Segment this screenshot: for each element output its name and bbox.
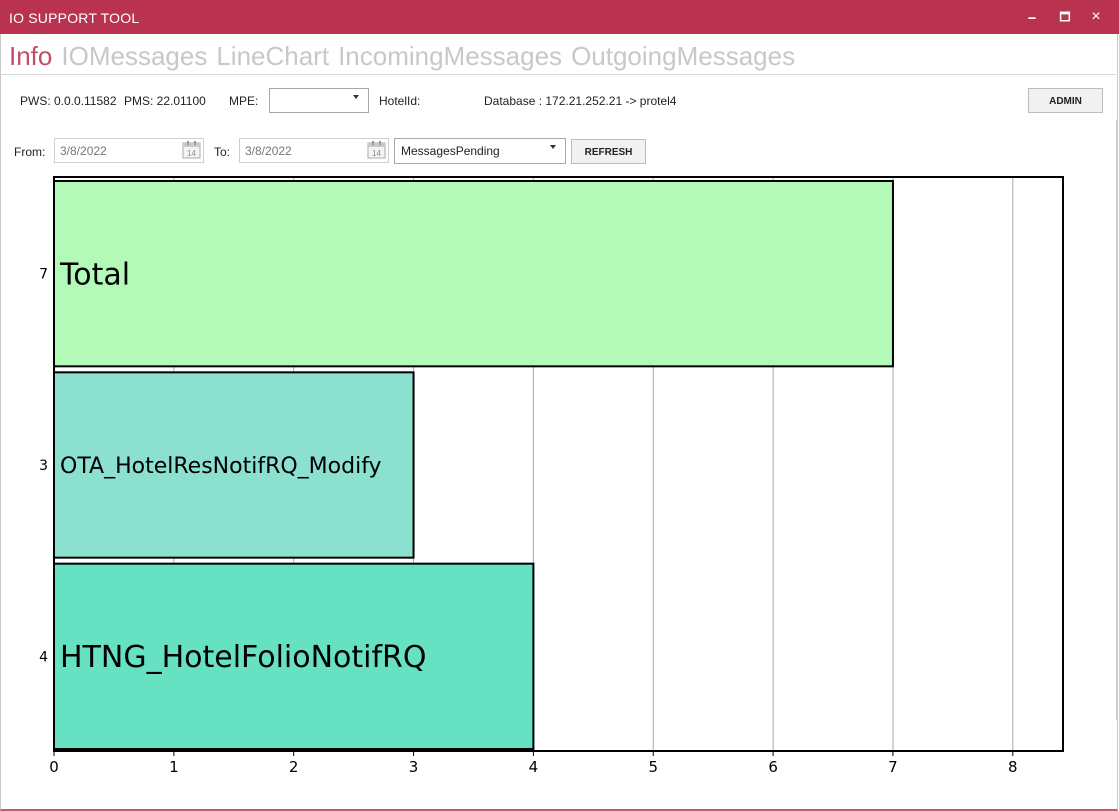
tab-outgoingmessages[interactable]: OutgoingMessages	[571, 41, 795, 72]
admin-button[interactable]: ADMIN	[1028, 88, 1103, 113]
x-tick-label: 4	[529, 758, 539, 776]
x-tick-label: 0	[49, 758, 59, 776]
y-tick-label: 3	[39, 458, 48, 474]
mpe-label: MPE:	[229, 94, 259, 108]
calendar-day: 14	[187, 149, 196, 158]
bar[interactable]	[53, 180, 894, 368]
maximize-icon[interactable]: 🗖	[1051, 6, 1079, 28]
pws-version: PWS: 0.0.0.11582	[20, 94, 117, 108]
tab-info[interactable]: Info	[9, 41, 52, 72]
report-type-value: MessagesPending	[401, 144, 500, 158]
bar-label: Total	[59, 257, 130, 292]
bar-chart: Total 7 OTA_HotelResNotifRQ_Modify 3 HTNG_Ho…	[0, 165, 1090, 785]
report-type-select[interactable]: MessagesPending	[394, 138, 566, 164]
from-label: From:	[14, 145, 46, 159]
mpe-select[interactable]	[269, 88, 369, 113]
tab-linechart[interactable]: LineChart	[216, 41, 329, 72]
tab-divider	[0, 74, 1116, 75]
chevron-down-icon	[353, 95, 359, 99]
bar-label: OTA_HotelResNotifRQ_Modify	[60, 454, 382, 479]
y-tick-label: 7	[39, 267, 48, 283]
window-title: IO SUPPORT TOOL	[9, 10, 140, 26]
to-date-value: 3/8/2022	[245, 144, 292, 158]
calendar-day: 14	[372, 149, 381, 158]
pms-version: PMS: 22.01100	[124, 94, 206, 108]
x-tick-label: 1	[169, 758, 179, 776]
x-tick-label: 3	[409, 758, 419, 776]
x-tick-label: 2	[289, 758, 299, 776]
close-icon[interactable]: ×	[1082, 6, 1110, 28]
from-date-value: 3/8/2022	[60, 144, 107, 158]
to-label: To:	[214, 145, 231, 159]
title-bar: IO SUPPORT TOOL 🗕 🗖 ×	[0, 0, 1119, 34]
chart-svg: Total 7 OTA_HotelResNotifRQ_Modify 3 HTNG_Ho…	[39, 176, 1064, 776]
y-tick-label: 4	[39, 649, 48, 665]
calendar-icon[interactable]: 14	[367, 141, 386, 159]
from-date-picker[interactable]: 3/8/2022 14	[54, 138, 204, 163]
minimize-icon[interactable]: 🗕	[1018, 6, 1046, 28]
chevron-down-icon	[550, 145, 556, 149]
bar-label: HTNG_HotelFolioNotifRQ	[60, 640, 427, 675]
calendar-icon[interactable]: 14	[182, 141, 201, 159]
tab-iomessages[interactable]: IOMessages	[61, 41, 207, 72]
x-tick-label: 6	[768, 758, 778, 776]
tab-bar: Info IOMessages LineChart IncomingMessages O…	[9, 41, 804, 73]
x-tick-label: 8	[1008, 758, 1018, 776]
tab-incomingmessages[interactable]: IncomingMessages	[338, 41, 562, 72]
database-info: Database : 172.21.252.21 -> protel4	[484, 94, 677, 108]
to-date-picker[interactable]: 3/8/2022 14	[239, 138, 389, 163]
x-tick-label: 7	[888, 758, 898, 776]
hotel-id-label: HotelId:	[379, 94, 421, 108]
x-tick-label: 5	[648, 758, 658, 776]
refresh-button[interactable]: REFRESH	[571, 139, 646, 164]
